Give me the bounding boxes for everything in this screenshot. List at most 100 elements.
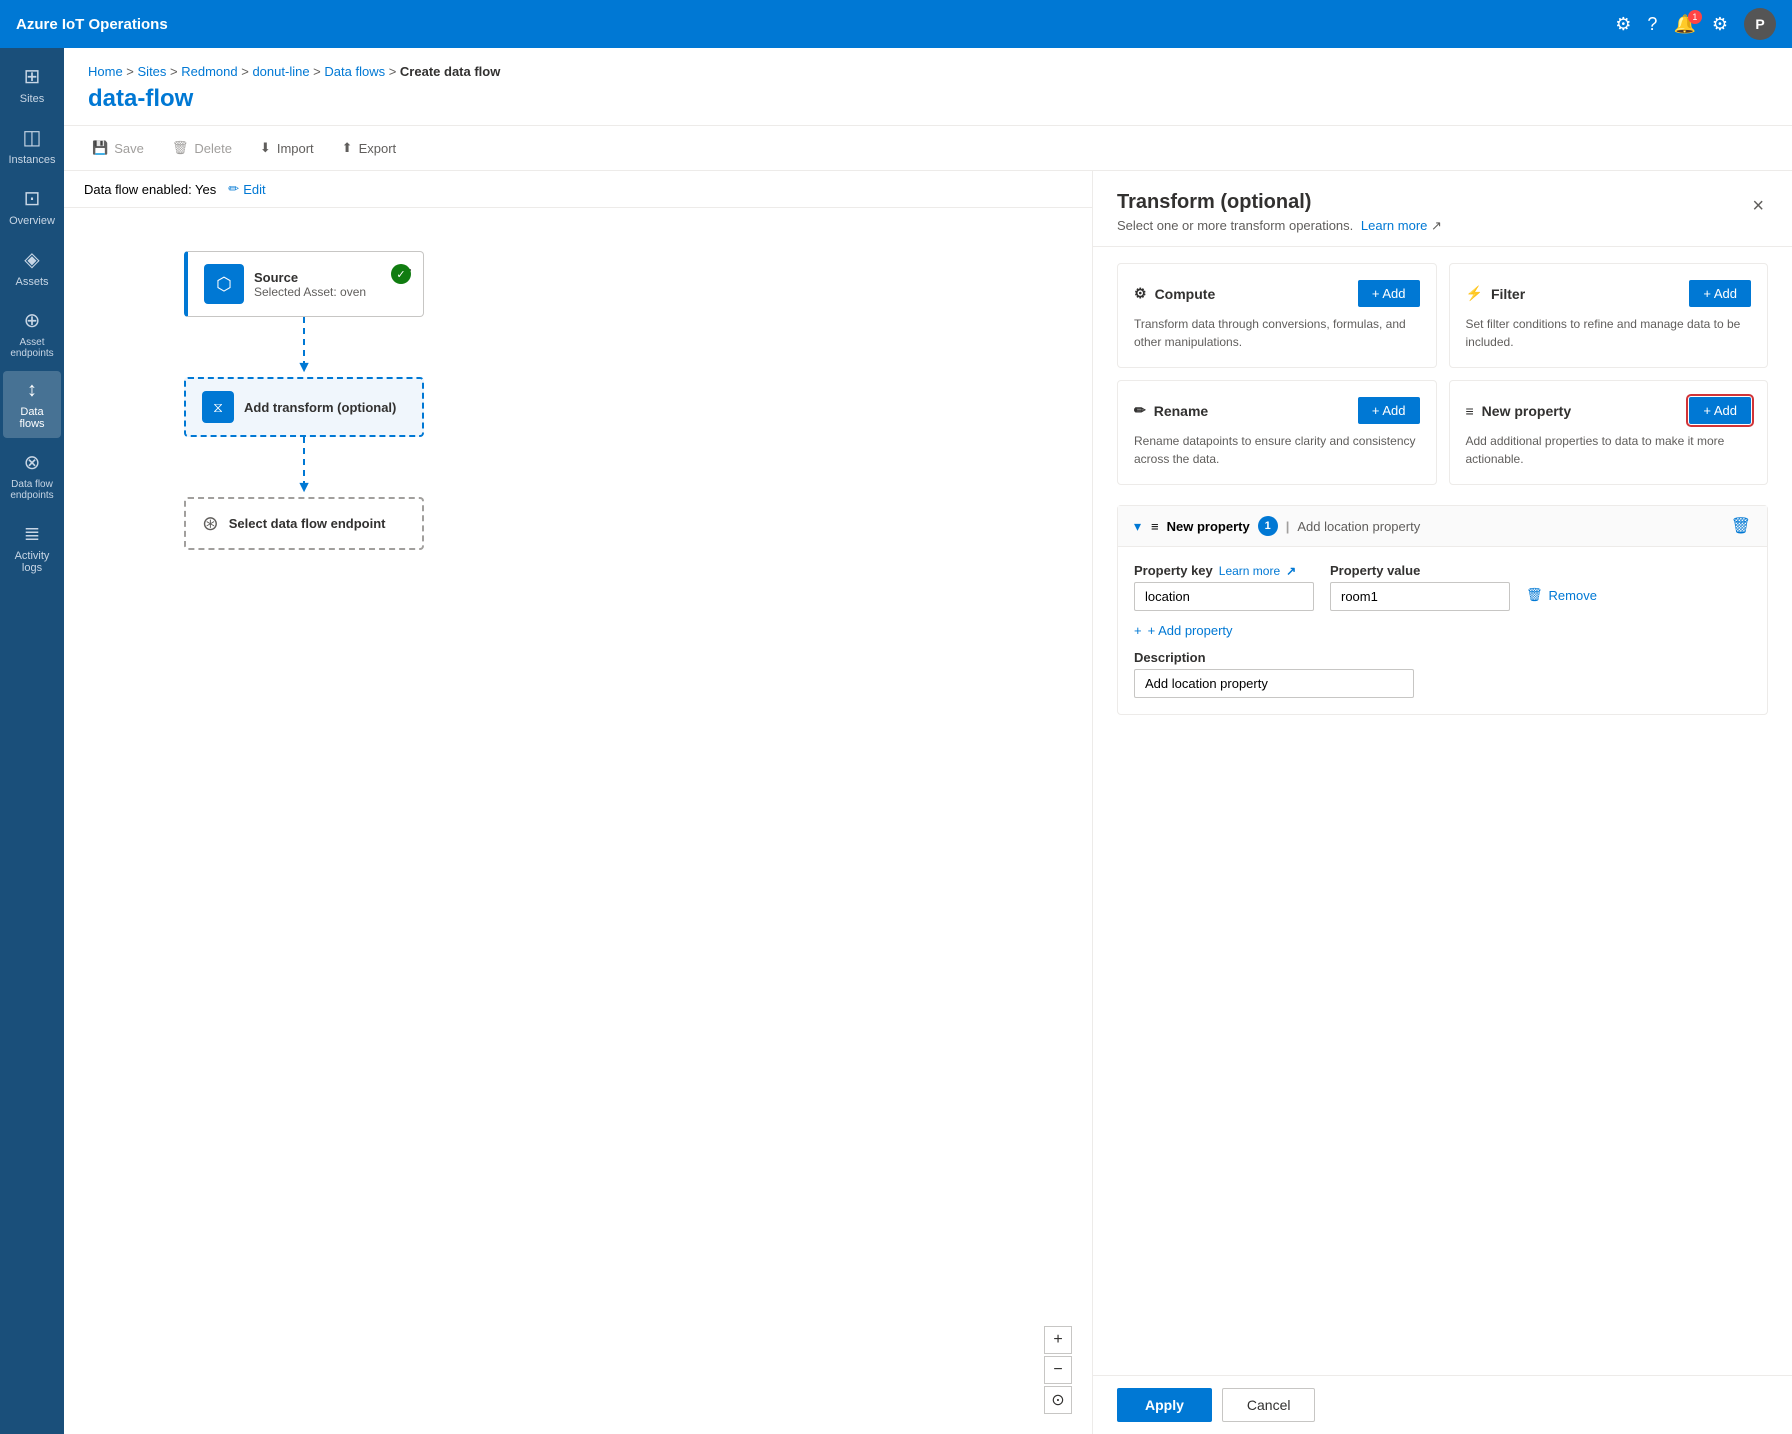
endpoint-header: ⊛ Select data flow endpoint: [202, 511, 406, 536]
remove-button[interactable]: 🗑 Remove: [1526, 587, 1597, 603]
fit-button[interactable]: ⊙: [1044, 1386, 1072, 1414]
breadcrumb-redmond[interactable]: Redmond: [181, 64, 237, 79]
filter-icon: ⚡: [1466, 285, 1483, 302]
np-title-text: New property: [1167, 519, 1250, 534]
property-key-input[interactable]: [1134, 582, 1314, 611]
rename-desc: Rename datapoints to ensure clarity and …: [1134, 432, 1420, 468]
transform-header: ⧖ Add transform (optional): [202, 391, 406, 423]
topbar: Azure IoT Operations ⚙ ? 🔔 1 ⚙ P: [0, 0, 1792, 48]
new-property-card-header: ≡ New property + Add: [1466, 397, 1752, 424]
sidebar-item-instances[interactable]: ◫ Instances: [3, 117, 61, 174]
description-input[interactable]: [1134, 669, 1414, 698]
settings-icon[interactable]: ⚙: [1615, 14, 1631, 35]
endpoint-title: Select data flow endpoint: [229, 516, 386, 531]
new-property-add-button[interactable]: + Add: [1689, 397, 1751, 424]
edit-label: Edit: [243, 182, 265, 197]
collapse-icon[interactable]: ▾: [1134, 518, 1141, 535]
canvas-nodes: ⋯ ⬡ Source Selected Asset: oven ✓: [184, 251, 424, 550]
endpoint-icon: ⊛: [202, 511, 219, 536]
flow-container: Data flow enabled: Yes ✏ Edit ⋯ ⬡ Source: [64, 171, 1792, 1434]
key-learn-more-link[interactable]: Learn more: [1219, 564, 1280, 578]
transform-node[interactable]: ⧖ Add transform (optional): [184, 377, 424, 437]
topbar-title: Azure IoT Operations: [16, 16, 1603, 33]
sidebar-item-sites[interactable]: ⊞ Sites: [3, 56, 61, 113]
source-header: ⬡ Source Selected Asset: oven: [204, 264, 407, 304]
filter-desc: Set filter conditions to refine and mana…: [1466, 315, 1752, 351]
edit-icon: ✏: [228, 181, 239, 197]
instances-icon: ◫: [23, 125, 42, 150]
breadcrumb-data-flows[interactable]: Data flows: [324, 64, 385, 79]
notification-badge: 1: [1688, 10, 1702, 24]
rename-add-button[interactable]: + Add: [1358, 397, 1420, 424]
property-value-label: Property value: [1330, 563, 1510, 578]
help-icon[interactable]: ?: [1647, 14, 1657, 35]
sidebar-item-asset-endpoints[interactable]: ⊕ Asset endpoints: [3, 300, 61, 367]
breadcrumb: Home > Sites > Redmond > donut-line > Da…: [88, 64, 1768, 79]
property-key-col: Property key Learn more ↗: [1134, 563, 1314, 611]
transform-panel: Transform (optional) Select one or more …: [1092, 171, 1792, 1434]
new-property-section-header: ▾ ≡ New property 1 | Add location proper…: [1118, 506, 1767, 547]
source-icon: ⬡: [204, 264, 244, 304]
np-delete-button[interactable]: 🗑: [1731, 516, 1751, 536]
sidebar-item-data-flow-endpoints[interactable]: ⊗ Data flow endpoints: [3, 442, 61, 509]
new-property-icon: ≡: [1466, 403, 1474, 419]
panel-subtitle: Select one or more transform operations.…: [1117, 218, 1442, 234]
sidebar: ⊞ Sites ◫ Instances ⊡ Overview ◈ Assets …: [0, 48, 64, 1434]
sidebar-label-data-flows: Data flows: [7, 406, 57, 430]
assets-icon: ◈: [24, 247, 39, 272]
source-check-icon: ✓: [391, 264, 411, 284]
np-trash-icon: 🗑: [1731, 518, 1751, 535]
arrow-down-1: ▼: [296, 359, 312, 377]
flow-canvas: Data flow enabled: Yes ✏ Edit ⋯ ⬡ Source: [64, 171, 1092, 1434]
compute-card-header: ⚙ Compute + Add: [1134, 280, 1420, 307]
filter-add-button[interactable]: + Add: [1689, 280, 1751, 307]
import-button[interactable]: ⬇ Import: [248, 134, 326, 162]
sidebar-item-overview[interactable]: ⊡ Overview: [3, 178, 61, 235]
add-property-button[interactable]: + + Add property: [1134, 623, 1233, 638]
np-badge: 1: [1258, 516, 1278, 536]
sidebar-item-data-flows[interactable]: ↕ Data flows: [3, 371, 61, 438]
operations-grid: ⚙ Compute + Add Transform data through c…: [1117, 263, 1768, 485]
new-property-desc: Add additional properties to data to mak…: [1466, 432, 1752, 468]
source-subtitle: Selected Asset: oven: [254, 285, 366, 299]
sidebar-item-activity-logs[interactable]: ≣ Activity logs: [3, 513, 61, 582]
sidebar-label-data-flow-endpoints: Data flow endpoints: [7, 479, 57, 501]
panel-close-button[interactable]: ×: [1748, 191, 1768, 222]
canvas-controls: + − ⊙: [1044, 1326, 1072, 1414]
breadcrumb-donut-line[interactable]: donut-line: [252, 64, 309, 79]
apply-button[interactable]: Apply: [1117, 1388, 1212, 1422]
activity-logs-icon: ≣: [24, 521, 41, 546]
settings2-icon[interactable]: ⚙: [1712, 14, 1728, 35]
panel-subtitle-text: Select one or more transform operations.: [1117, 218, 1353, 233]
zoom-in-button[interactable]: +: [1044, 1326, 1072, 1354]
edit-button[interactable]: ✏ Edit: [228, 181, 265, 197]
import-icon: ⬇: [260, 140, 271, 156]
np-header-title: ≡ New property 1 | Add location property: [1151, 516, 1721, 536]
notification-icon[interactable]: 🔔 1: [1673, 14, 1695, 35]
delete-button[interactable]: 🗑 Delete: [160, 134, 244, 162]
save-button[interactable]: 💾 Save: [80, 134, 156, 162]
sidebar-label-assets: Assets: [15, 276, 48, 288]
breadcrumb-home[interactable]: Home: [88, 64, 123, 79]
panel-learn-more-link[interactable]: Learn more: [1361, 218, 1427, 233]
export-icon: ⬆: [342, 140, 353, 156]
filter-card: ⚡ Filter + Add Set filter conditions to …: [1449, 263, 1769, 368]
property-row: Property key Learn more ↗ Property value: [1134, 563, 1751, 611]
endpoint-node[interactable]: ⊛ Select data flow endpoint: [184, 497, 424, 550]
compute-name: ⚙ Compute: [1134, 285, 1215, 302]
filter-name: ⚡ Filter: [1466, 285, 1526, 302]
rename-card: ✏ Rename + Add Rename datapoints to ensu…: [1117, 380, 1437, 485]
transform-title: Add transform (optional): [244, 400, 396, 415]
export-button[interactable]: ⬆ Export: [330, 134, 408, 162]
sidebar-item-assets[interactable]: ◈ Assets: [3, 239, 61, 296]
enabled-status: Data flow enabled: Yes: [84, 182, 216, 197]
compute-add-button[interactable]: + Add: [1358, 280, 1420, 307]
avatar[interactable]: P: [1744, 8, 1776, 40]
rename-card-header: ✏ Rename + Add: [1134, 397, 1420, 424]
breadcrumb-sites[interactable]: Sites: [138, 64, 167, 79]
cancel-button[interactable]: Cancel: [1222, 1388, 1316, 1422]
zoom-out-button[interactable]: −: [1044, 1356, 1072, 1384]
source-node[interactable]: ⋯ ⬡ Source Selected Asset: oven ✓: [184, 251, 424, 317]
sidebar-label-asset-endpoints: Asset endpoints: [7, 337, 57, 359]
property-value-input[interactable]: [1330, 582, 1510, 611]
